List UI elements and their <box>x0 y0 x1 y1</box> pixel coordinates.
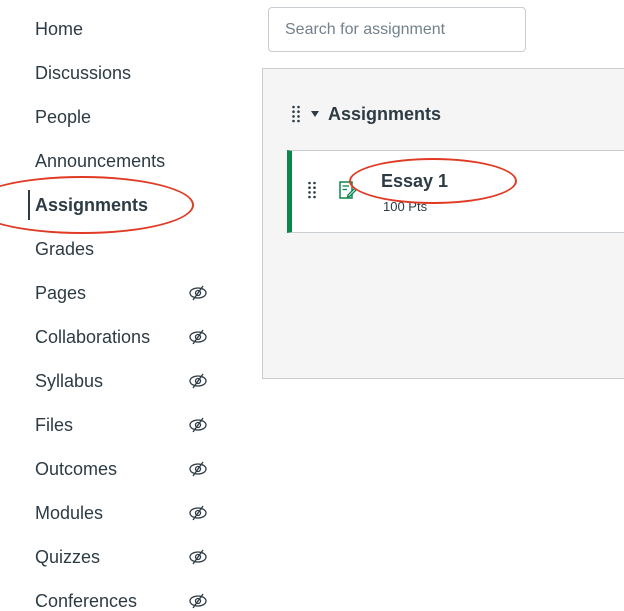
assignment-group-header[interactable]: Assignments <box>263 99 441 129</box>
nav-item-label: Files <box>35 414 74 435</box>
eye-slash-icon <box>189 373 207 389</box>
nav-item-grades[interactable]: Grades <box>0 229 230 269</box>
assignment-icon <box>339 181 357 199</box>
nav-item-home[interactable]: Home <box>0 9 230 49</box>
nav-item-label: Modules <box>35 502 104 523</box>
nav-item-modules[interactable]: Modules <box>0 493 230 533</box>
nav-item-label: Syllabus <box>35 370 104 391</box>
drag-handle-icon[interactable] <box>291 105 301 123</box>
nav-item-label: People <box>35 106 92 127</box>
course-navigation: Home Discussions People Announcements As… <box>0 0 240 611</box>
nav-item-syllabus[interactable]: Syllabus <box>0 361 230 401</box>
eye-slash-icon <box>189 505 207 521</box>
nav-item-label: Discussions <box>35 62 132 83</box>
nav-item-label: Outcomes <box>35 458 118 479</box>
eye-slash-icon <box>189 417 207 433</box>
nav-item-pages[interactable]: Pages <box>0 273 230 313</box>
assignment-title-link[interactable]: Essay 1 <box>381 171 448 192</box>
search-input[interactable] <box>268 7 526 52</box>
nav-item-label: Grades <box>35 238 95 259</box>
nav-item-discussions[interactable]: Discussions <box>0 53 230 93</box>
nav-item-label: Assignments <box>35 194 149 215</box>
assignment-group-title: Assignments <box>328 103 442 124</box>
nav-item-label: Quizzes <box>35 546 101 567</box>
eye-slash-icon <box>189 461 207 477</box>
eye-slash-icon <box>189 329 207 345</box>
nav-item-collaborations[interactable]: Collaborations <box>0 317 230 357</box>
nav-item-outcomes[interactable]: Outcomes <box>0 449 230 489</box>
assignment-points: 100 Pts <box>383 199 428 214</box>
nav-item-conferences[interactable]: Conferences <box>0 581 230 611</box>
nav-item-people[interactable]: People <box>0 97 230 137</box>
eye-slash-icon <box>189 593 207 609</box>
assignment-group: Assignments Essay 1 100 Pts <box>262 68 624 379</box>
eye-slash-icon <box>189 285 207 301</box>
drag-handle-icon[interactable] <box>307 181 317 199</box>
caret-down-icon[interactable] <box>311 111 319 117</box>
nav-item-label: Home <box>35 18 84 39</box>
nav-item-label: Pages <box>35 282 87 303</box>
nav-item-assignments[interactable]: Assignments <box>0 185 230 225</box>
nav-item-announcements[interactable]: Announcements <box>0 141 230 181</box>
nav-item-label: Conferences <box>35 590 138 611</box>
nav-item-label: Announcements <box>35 150 166 171</box>
nav-item-label: Collaborations <box>35 326 151 347</box>
nav-item-quizzes[interactable]: Quizzes <box>0 537 230 577</box>
eye-slash-icon <box>189 549 207 565</box>
nav-item-files[interactable]: Files <box>0 405 230 445</box>
assignment-row[interactable]: Essay 1 100 Pts <box>287 150 624 233</box>
